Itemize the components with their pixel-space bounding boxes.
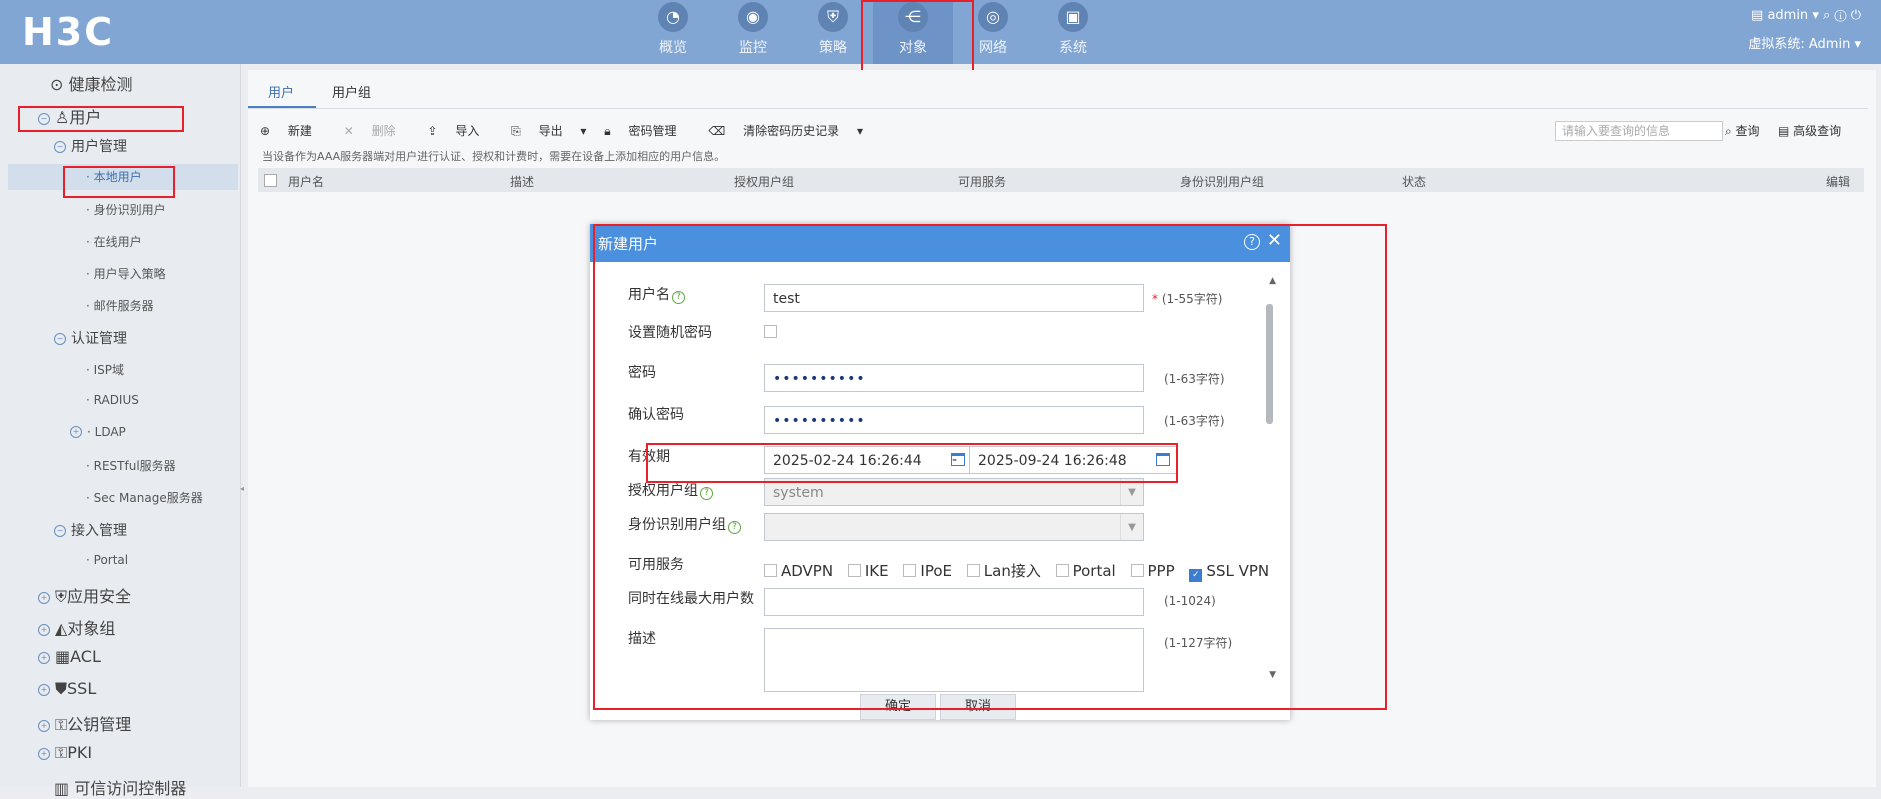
camera-icon: ◉ xyxy=(738,2,768,32)
sidebar-item-portal[interactable]: · Portal xyxy=(86,553,128,567)
sidebar-item-isp[interactable]: · ISP域 xyxy=(86,361,124,378)
collapse-icon: − xyxy=(54,333,66,345)
nav-label: 监控 xyxy=(739,40,767,56)
tab-user[interactable]: 用户 xyxy=(268,82,294,101)
certificate-icon: ⚿ xyxy=(55,743,68,762)
col-services: 可用服务 xyxy=(958,175,1007,189)
sidebar-item-pki[interactable]: + ⚿PKI xyxy=(38,743,92,763)
delete-icon: ✕ xyxy=(343,124,358,138)
health-icon: ⊙ xyxy=(50,75,69,94)
expand-icon: + xyxy=(38,592,50,604)
expand-icon: + xyxy=(38,748,50,760)
table-header: 用户名 描述 授权用户组 可用服务 身份识别用户组 状态 编辑 xyxy=(258,168,1864,192)
nav-system[interactable]: ▣ 系统 xyxy=(1033,0,1113,64)
top-right-panel: ▤ admin ▾ ⌕ ⓘ ⏻ 虚拟系统: Admin ▾ xyxy=(1748,8,1861,52)
sidebar-item-secmanage[interactable]: · Sec Manage服务器 xyxy=(86,489,203,506)
acl-icon: ▦ xyxy=(55,647,71,666)
import-button[interactable]: ⇪ 导入 xyxy=(427,124,493,138)
sidebar-item-user-mgmt[interactable]: − 用户管理 xyxy=(54,136,127,156)
monitor-icon: ▣ xyxy=(1058,2,1088,32)
export-button[interactable]: ⎘ 导出 ▾ xyxy=(511,124,586,138)
sidebar-item-acl[interactable]: + ▦ACL xyxy=(38,647,101,666)
toolbar: ⊕ 新建 ✕ 删除 ⇪ 导入 ⎘ 导出 ▾ 🔒︎ 密码管理 ⌫ 清除密码历史记录… xyxy=(260,122,877,139)
tab-user-group[interactable]: 用户组 xyxy=(332,82,371,101)
highlight-box xyxy=(63,166,175,198)
highlight-box xyxy=(646,443,1178,483)
sidebar-item-pki-mgmt[interactable]: + ⚿公钥管理 xyxy=(38,711,131,735)
search-icon[interactable]: ⌕ xyxy=(1823,8,1830,23)
nav-overview[interactable]: ◔ 概览 xyxy=(633,0,713,64)
eraser-icon: ⌫ xyxy=(708,124,730,138)
objects-icon: ◭ xyxy=(55,619,68,638)
collapse-icon: − xyxy=(54,525,66,537)
col-description: 描述 xyxy=(510,175,535,189)
col-username: 用户名 xyxy=(288,175,325,189)
sidebar-item-obj-group[interactable]: + ◭对象组 xyxy=(38,615,115,639)
save-icon[interactable]: ▤ xyxy=(1751,8,1763,23)
col-status: 状态 xyxy=(1402,175,1427,189)
col-edit: 编辑 xyxy=(1826,175,1851,189)
globe-icon: ◎ xyxy=(978,2,1008,32)
tab-bar: 用户 用户组 xyxy=(248,70,1868,109)
dashboard-icon: ◔ xyxy=(658,2,688,32)
sidebar-item-health[interactable]: ⊙ 健康检测 xyxy=(50,71,133,95)
collapse-icon: − xyxy=(54,141,66,153)
sidebar-item-online-user[interactable]: · 在线用户 xyxy=(86,233,142,250)
ssl-shield-icon: ⛊ xyxy=(55,679,68,698)
user-menu[interactable]: admin xyxy=(1767,8,1808,23)
search-input[interactable]: 请输入要查询的信息 xyxy=(1555,121,1723,141)
export-icon: ⎘ xyxy=(511,124,525,138)
sidebar-item-app-security[interactable]: + ⛨应用安全 xyxy=(38,583,131,607)
col-id-group: 身份识别用户组 xyxy=(1180,175,1265,189)
sidebar-item-auth-mgmt[interactable]: − 认证管理 xyxy=(54,328,127,348)
lock-icon: 🔒︎ xyxy=(604,124,615,138)
logo: H3C xyxy=(22,10,115,54)
nav-monitor[interactable]: ◉ 监控 xyxy=(713,0,793,64)
delete-button[interactable]: ✕ 删除 xyxy=(344,124,410,138)
search-icon: ⌕ xyxy=(1725,124,1736,138)
sidebar-item-radius[interactable]: · RADIUS xyxy=(86,393,139,407)
chevron-down-icon[interactable]: ▾ xyxy=(1854,37,1861,52)
expand-icon: + xyxy=(70,426,82,438)
logout-icon[interactable]: ⏻ xyxy=(1851,8,1861,23)
sidebar-item-trusted[interactable]: ▥ 可信访问控制器 xyxy=(54,775,186,799)
shield-icon: ⛨ xyxy=(818,2,848,32)
new-button[interactable]: ⊕ 新建 xyxy=(260,124,326,138)
sidebar-item-id-user[interactable]: · 身份识别用户 xyxy=(86,201,166,218)
password-mgmt-button[interactable]: 🔒︎ 密码管理 xyxy=(604,124,690,138)
sidebar-item-ldap[interactable]: + · LDAP xyxy=(70,425,126,439)
expand-icon: + xyxy=(38,720,50,732)
hint-text: 当设备作为AAA服务器端对用户进行认证、授权和计费时，需要在设备上添加相应的用户… xyxy=(262,150,726,163)
sidebar-item-ssl[interactable]: + ⛊SSL xyxy=(38,679,96,699)
nav-label: 系统 xyxy=(1059,40,1087,56)
highlight-box xyxy=(18,106,184,132)
expand-icon: + xyxy=(38,624,50,636)
vsys-selector[interactable]: 虚拟系统: Admin xyxy=(1748,37,1850,52)
col-auth-group: 授权用户组 xyxy=(734,175,795,189)
select-all-checkbox[interactable] xyxy=(264,174,277,187)
sidebar-item-restful[interactable]: · RESTful服务器 xyxy=(86,457,176,474)
query-button[interactable]: ⌕ 查询 xyxy=(1725,122,1760,139)
shield-icon: ⛨ xyxy=(55,587,68,606)
sidebar-item-import-policy[interactable]: · 用户导入策略 xyxy=(86,265,166,282)
sidebar-item-mail-server[interactable]: · 邮件服务器 xyxy=(86,297,154,314)
sidebar-collapse-handle[interactable]: ◂ xyxy=(240,484,246,498)
advanced-query-button[interactable]: ▤ 高级查询 xyxy=(1778,122,1841,139)
clear-pwd-history-button[interactable]: ⌫ 清除密码历史记录 ▾ xyxy=(708,124,863,138)
nav-label: 概览 xyxy=(659,40,687,56)
chevron-down-icon[interactable]: ▾ xyxy=(1812,8,1819,23)
active-tab-indicator xyxy=(248,106,316,108)
expand-icon: + xyxy=(38,652,50,664)
sidebar-item-access-mgmt[interactable]: − 接入管理 xyxy=(54,520,127,540)
import-icon: ⇪ xyxy=(427,124,442,138)
key-icon: ⚿ xyxy=(55,715,68,734)
advanced-search-icon: ▤ xyxy=(1778,124,1794,138)
expand-icon: + xyxy=(38,684,50,696)
trusted-icon: ▥ xyxy=(54,779,75,798)
help-icon[interactable]: ⓘ xyxy=(1834,8,1846,23)
plus-icon: ⊕ xyxy=(260,124,274,138)
